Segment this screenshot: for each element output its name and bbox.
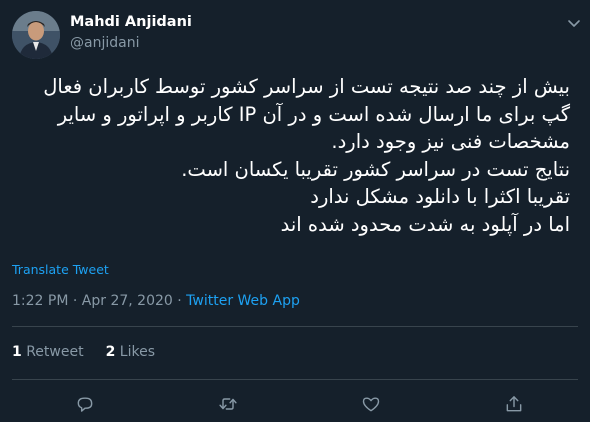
author-name[interactable]: Mahdi Anjidani (70, 14, 192, 30)
divider (12, 326, 578, 327)
tweet-stats: 1 Retweet 2 Likes (12, 344, 155, 360)
share-button[interactable] (503, 393, 525, 415)
divider (12, 379, 578, 380)
chevron-down-icon (568, 20, 580, 27)
retweet-icon (219, 398, 237, 410)
tweet-time[interactable]: 1:22 PM (12, 293, 68, 309)
avatar[interactable] (12, 11, 60, 59)
retweet-button[interactable] (217, 393, 239, 415)
tweet-metadata: 1:22 PM · Apr 27, 2020 · Twitter Web App (12, 293, 300, 309)
tweet-source-link[interactable]: Twitter Web App (186, 293, 300, 309)
likes-stat[interactable]: 2 Likes (106, 344, 155, 360)
translate-tweet-link[interactable]: Translate Tweet (12, 262, 109, 277)
likes-count: 2 (105, 344, 116, 360)
tweet-date[interactable]: Apr 27, 2020 (82, 293, 173, 309)
meta-separator: · (177, 293, 182, 309)
reply-icon (77, 397, 93, 412)
like-icon (362, 397, 380, 412)
tweet-actions (0, 393, 590, 415)
share-icon (506, 396, 522, 412)
avatar-photo (12, 11, 60, 59)
author-handle[interactable]: @anjidani (70, 35, 139, 51)
retweets-count: 1 (12, 344, 22, 360)
reply-button[interactable] (74, 393, 96, 415)
tweet-text: بیش از چند صد نتیجه تست از سراسر کشور تو… (43, 75, 570, 236)
retweets-stat[interactable]: 1 Retweet (12, 344, 84, 360)
more-options-button[interactable] (563, 12, 585, 34)
likes-label: Likes (119, 344, 155, 360)
like-button[interactable] (360, 393, 382, 415)
meta-separator: · (72, 293, 78, 309)
retweets-label: Retweet (26, 344, 84, 360)
